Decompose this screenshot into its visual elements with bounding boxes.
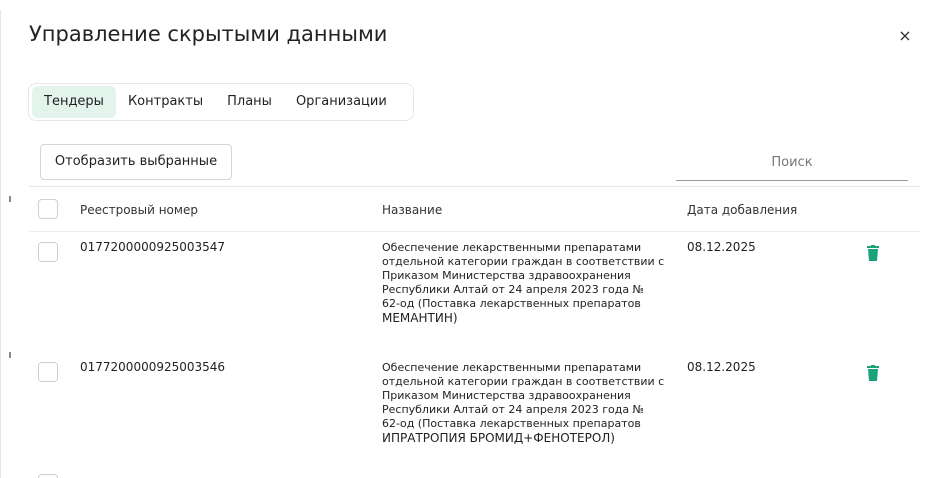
tender-name-line: отдельной категории граждан в соответств… xyxy=(382,375,665,388)
tender-name: Обеспечение лекарственными препаратами о… xyxy=(382,361,672,445)
tender-name-line: ИПРАТРОПИЯ БРОМИД+ФЕНОТЕРОЛ) xyxy=(382,431,615,445)
tab-organizations[interactable]: Организации xyxy=(284,86,399,118)
left-edge-mark xyxy=(9,196,11,202)
tab-contracts[interactable]: Контракты xyxy=(116,86,215,118)
column-header-date: Дата добавления xyxy=(687,203,798,217)
tender-name-line: отдельной категории граждан в соответств… xyxy=(382,255,665,268)
tender-name-line: 62-од (Поставка лекарственных препаратов xyxy=(382,297,641,310)
table-header-top-divider xyxy=(29,186,920,187)
tender-name-line: Республики Алтай от 24 апреля 2023 года … xyxy=(382,283,644,296)
search-input[interactable] xyxy=(676,145,908,181)
tender-name-line: МЕМАНТИН) xyxy=(382,311,458,325)
tab-tenders[interactable]: Тендеры xyxy=(32,86,116,118)
column-header-name: Название xyxy=(382,203,443,217)
row-checkbox[interactable] xyxy=(38,242,58,262)
registry-number: 0177200000925003547 xyxy=(80,240,226,254)
trash-icon[interactable] xyxy=(867,245,879,261)
tab-plans[interactable]: Планы xyxy=(215,86,284,118)
left-edge-divider xyxy=(0,10,1,478)
select-all-checkbox[interactable] xyxy=(38,199,58,219)
tender-name-line: Приказом Министерства здравоохранения xyxy=(382,389,631,402)
tender-name: Обеспечение лекарственными препаратами о… xyxy=(382,241,672,325)
tender-name-line: Республики Алтай от 24 апреля 2023 года … xyxy=(382,403,644,416)
show-selected-button[interactable]: Отобразить выбранные xyxy=(40,144,232,180)
tender-name-line: Обеспечение лекарственными препаратами xyxy=(382,241,642,254)
row-checkbox[interactable] xyxy=(38,474,58,478)
dialog-title: Управление скрытыми данными xyxy=(29,22,388,46)
row-checkbox[interactable] xyxy=(38,362,58,382)
tab-bar: Тендеры Контракты Планы Организации xyxy=(28,83,414,121)
trash-icon[interactable] xyxy=(867,365,879,381)
date-added: 08.12.2025 xyxy=(687,240,756,254)
tender-name-line: 62-од (Поставка лекарственных препаратов xyxy=(382,417,641,430)
date-added: 08.12.2025 xyxy=(687,360,756,374)
left-edge-mark xyxy=(9,352,11,358)
hidden-data-dialog: Управление скрытыми данными × Тендеры Ко… xyxy=(0,0,934,478)
table-header-bottom-divider xyxy=(29,231,920,232)
tender-name-line: Приказом Министерства здравоохранения xyxy=(382,269,631,282)
tender-name-line: Обеспечение лекарственными препаратами xyxy=(382,361,642,374)
registry-number: 0177200000925003546 xyxy=(80,360,226,374)
close-icon[interactable]: × xyxy=(895,26,915,46)
column-header-number: Реестровый номер xyxy=(80,203,198,217)
